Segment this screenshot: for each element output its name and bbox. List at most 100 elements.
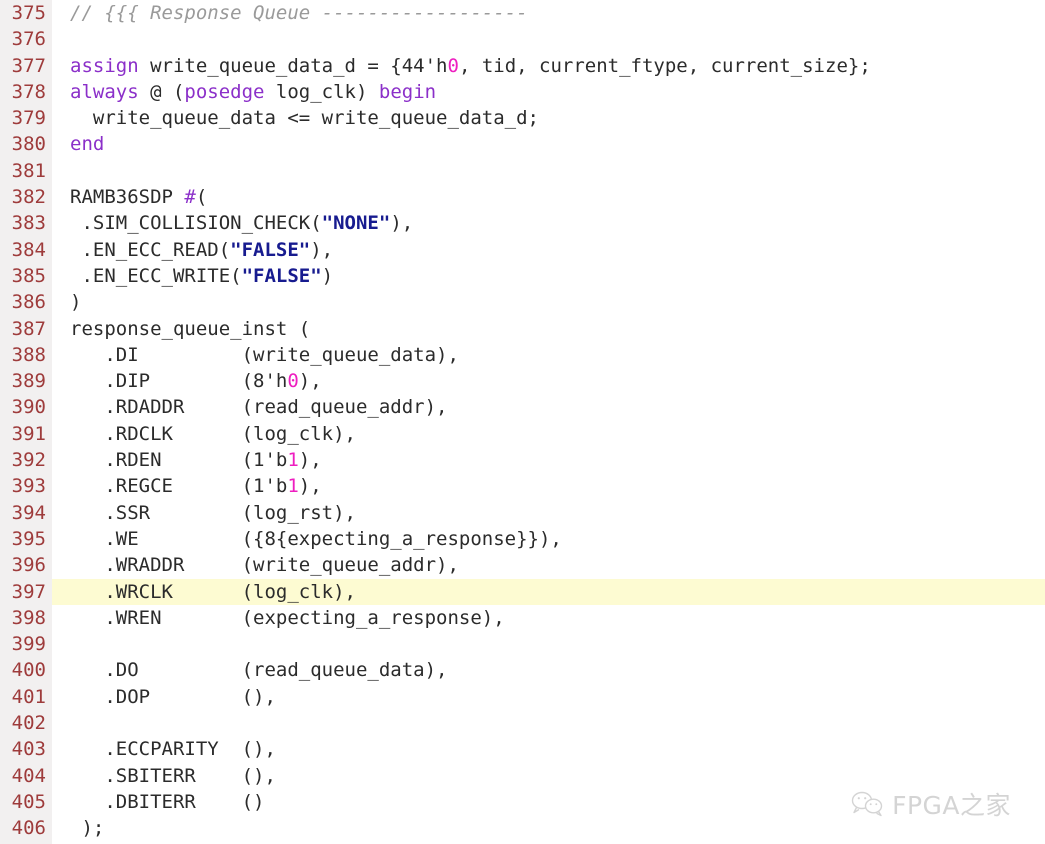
- token-plain: .SBITERR (),: [70, 764, 276, 787]
- token-plain: ),: [390, 212, 414, 235]
- code-line[interactable]: 394 .SSR (log_rst),: [0, 500, 1045, 526]
- line-number: 404: [11, 764, 46, 787]
- line-number: 395: [11, 527, 46, 550]
- code-line[interactable]: 381: [0, 158, 1045, 184]
- token-plain: .WREN (expecting_a_response),: [70, 606, 505, 629]
- line-text[interactable]: .RDADDR (read_queue_addr),: [70, 394, 447, 420]
- line-text[interactable]: .SSR (log_rst),: [70, 500, 356, 526]
- token-plain: .DIP (8'h: [70, 370, 288, 393]
- line-text[interactable]: .DBITERR (): [70, 789, 264, 815]
- code-line[interactable]: 387 response_queue_inst (: [0, 316, 1045, 342]
- line-number: 388: [11, 343, 46, 366]
- line-text[interactable]: .DOP (),: [70, 684, 276, 710]
- line-number: 390: [11, 396, 46, 419]
- code-line[interactable]: 392 .RDEN (1'b1),: [0, 447, 1045, 473]
- line-number: 391: [11, 422, 46, 445]
- token-number: 0: [447, 54, 459, 77]
- line-text[interactable]: .WREN (expecting_a_response),: [70, 605, 505, 631]
- line-text[interactable]: .EN_ECC_READ("FALSE"),: [70, 237, 333, 263]
- code-line[interactable]: 393 .REGCE (1'b1),: [0, 473, 1045, 499]
- token-keyword: assign: [70, 54, 139, 77]
- code-line[interactable]: 395 .WE ({8{expecting_a_response}}),: [0, 526, 1045, 552]
- line-number: 401: [11, 685, 46, 708]
- line-number: 386: [11, 291, 46, 314]
- code-line[interactable]: 389 .DIP (8'h0),: [0, 368, 1045, 394]
- code-line[interactable]: 383 .SIM_COLLISION_CHECK("NONE"),: [0, 210, 1045, 236]
- code-editor: 375 // {{{ Response Queue ---------------…: [0, 0, 1045, 844]
- line-text[interactable]: RAMB36SDP #(: [70, 184, 207, 210]
- line-text[interactable]: .WE ({8{expecting_a_response}}),: [70, 526, 562, 552]
- token-number: 1: [287, 475, 299, 498]
- code-line[interactable]: 391 .RDCLK (log_clk),: [0, 421, 1045, 447]
- code-line[interactable]: 398 .WREN (expecting_a_response),: [0, 605, 1045, 631]
- code-line[interactable]: 390 .RDADDR (read_queue_addr),: [0, 394, 1045, 420]
- code-line[interactable]: 388 .DI (write_queue_data),: [0, 342, 1045, 368]
- token-string: "FALSE": [230, 238, 311, 261]
- line-number: 376: [11, 28, 46, 51]
- code-line[interactable]: 386): [0, 289, 1045, 315]
- token-keyword: #: [184, 186, 196, 209]
- code-line[interactable]: 376: [0, 26, 1045, 52]
- code-line[interactable]: 400 .DO (read_queue_data),: [0, 657, 1045, 683]
- code-line[interactable]: 377 assign write_queue_data_d = {44'h0, t…: [0, 53, 1045, 79]
- line-text[interactable]: .RDCLK (log_clk),: [70, 421, 356, 447]
- line-text[interactable]: .DIP (8'h0),: [70, 368, 321, 394]
- line-text[interactable]: ): [70, 289, 81, 315]
- token-plain: RAMB36SDP: [70, 186, 185, 209]
- line-text[interactable]: );: [70, 815, 104, 841]
- line-text[interactable]: .DO (read_queue_data),: [70, 657, 448, 683]
- code-line[interactable]: 382 RAMB36SDP #(: [0, 184, 1045, 210]
- code-content[interactable]: 375 // {{{ Response Queue ---------------…: [0, 0, 1045, 844]
- line-number: 397: [11, 580, 46, 603]
- code-line[interactable]: 397 .WRCLK (log_clk),: [0, 578, 1045, 605]
- line-number: 380: [11, 133, 46, 156]
- code-line[interactable]: 385 .EN_ECC_WRITE("FALSE"): [0, 263, 1045, 289]
- token-plain: ): [70, 291, 82, 314]
- code-line[interactable]: 403 .ECCPARITY (),: [0, 736, 1045, 762]
- code-line[interactable]: 406 );: [0, 815, 1045, 841]
- token-plain: .WRCLK (log_clk),: [70, 580, 356, 603]
- code-line[interactable]: 379 write_queue_data <= write_queue_data…: [0, 105, 1045, 131]
- line-text[interactable]: .REGCE (1'b1),: [70, 473, 321, 499]
- code-line[interactable]: 401 .DOP (),: [0, 684, 1045, 710]
- line-text[interactable]: .ECCPARITY (),: [70, 736, 276, 762]
- line-number: 378: [11, 80, 46, 103]
- token-plain: ),: [298, 449, 322, 472]
- code-line[interactable]: 404 .SBITERR (),: [0, 763, 1045, 789]
- token-plain: write_queue_data <= write_queue_data_d;: [70, 107, 539, 130]
- line-text[interactable]: .DI (write_queue_data),: [70, 342, 459, 368]
- line-number: 375: [11, 2, 46, 24]
- code-line[interactable]: 375 // {{{ Response Queue ---------------…: [0, 0, 1045, 26]
- line-text[interactable]: // {{{ Response Queue ------------------: [70, 0, 528, 26]
- line-number: 400: [11, 659, 46, 682]
- line-text[interactable]: .EN_ECC_WRITE("FALSE"): [70, 263, 333, 289]
- line-number: 389: [11, 370, 46, 393]
- token-plain: .WRADDR (write_queue_addr),: [70, 554, 459, 577]
- code-line[interactable]: 405 .DBITERR (): [0, 789, 1045, 815]
- line-text[interactable]: .WRCLK (log_clk),: [70, 579, 356, 605]
- token-plain: .DO (read_queue_data),: [70, 659, 448, 682]
- line-text[interactable]: response_queue_inst (: [70, 316, 310, 342]
- code-line[interactable]: 380 end: [0, 131, 1045, 157]
- token-plain: ),: [310, 238, 334, 261]
- token-plain: .REGCE (1'b: [70, 475, 288, 498]
- token-plain: .ECCPARITY (),: [70, 738, 276, 761]
- line-text[interactable]: always @ (posedge log_clk) begin: [70, 79, 436, 105]
- code-line[interactable]: 378 always @ (posedge log_clk) begin: [0, 79, 1045, 105]
- line-text[interactable]: .SBITERR (),: [70, 763, 276, 789]
- line-number: 379: [11, 107, 46, 130]
- token-plain: .RDCLK (log_clk),: [70, 422, 356, 445]
- code-line[interactable]: 396 .WRADDR (write_queue_addr),: [0, 552, 1045, 578]
- line-text[interactable]: .RDEN (1'b1),: [70, 447, 322, 473]
- token-plain: .DOP (),: [70, 685, 276, 708]
- code-line[interactable]: 384 .EN_ECC_READ("FALSE"),: [0, 237, 1045, 263]
- line-text[interactable]: end: [70, 131, 104, 157]
- line-text[interactable]: write_queue_data <= write_queue_data_d;: [70, 105, 539, 131]
- line-text[interactable]: .WRADDR (write_queue_addr),: [70, 552, 459, 578]
- line-text[interactable]: assign write_queue_data_d = {44'h0, tid,…: [70, 53, 871, 79]
- token-string: "NONE": [321, 212, 391, 235]
- code-line[interactable]: 402: [0, 710, 1045, 736]
- token-number: 1: [287, 449, 299, 472]
- line-text[interactable]: .SIM_COLLISION_CHECK("NONE"),: [70, 210, 413, 236]
- code-line[interactable]: 399: [0, 631, 1045, 657]
